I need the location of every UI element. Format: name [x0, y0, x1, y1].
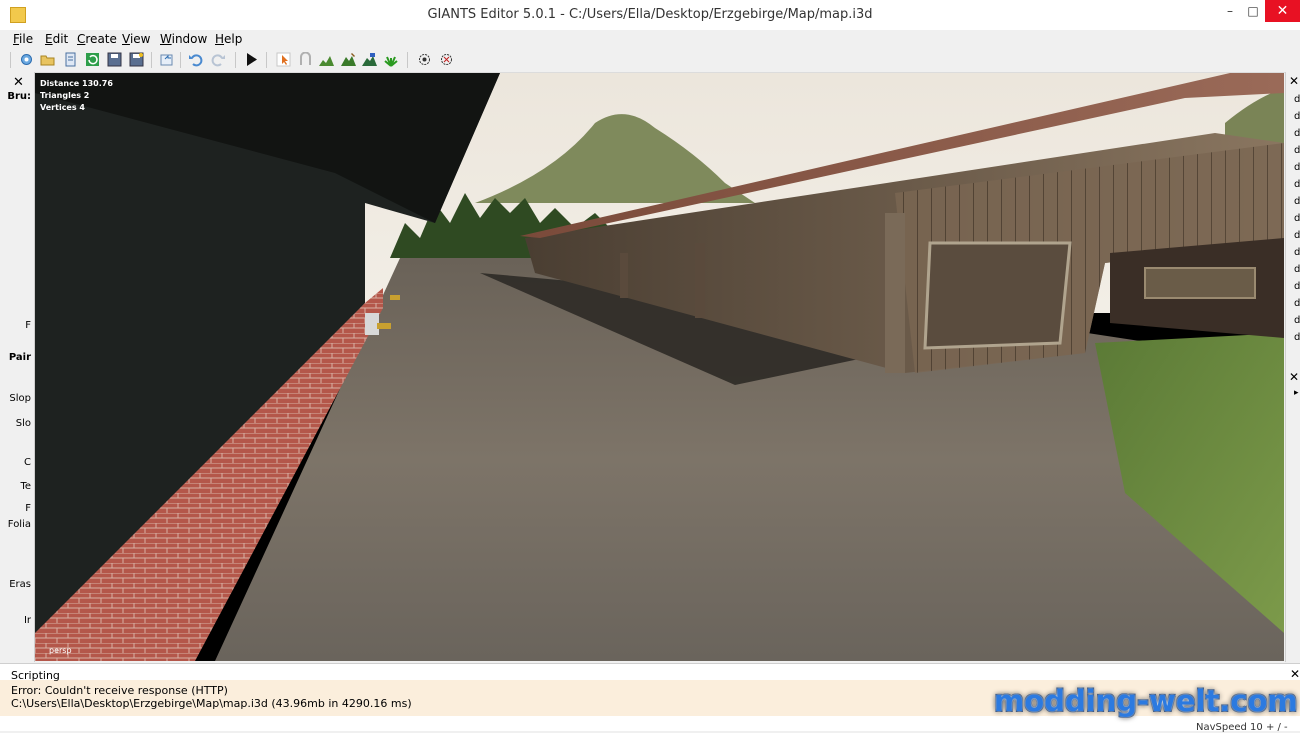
toolbar	[0, 48, 1300, 73]
menu-bar: File Edit Create View Window Help	[0, 30, 1300, 48]
pick-icon[interactable]	[417, 52, 432, 67]
terrain-sculpt-icon[interactable]	[319, 52, 334, 67]
window-title: GIANTS Editor 5.0.1 - C:/Users/Ella/Desk…	[427, 7, 873, 22]
list-item[interactable]: d	[1294, 128, 1300, 139]
terrain-paint-icon[interactable]	[341, 52, 356, 67]
brush-panel: ✕ Bru: F Pair Slop Slo C Te F Folia Eras…	[0, 72, 35, 662]
panel-label: F	[25, 503, 31, 514]
panel-label: F	[25, 320, 31, 331]
watermark-logo: modding-welt.com	[994, 684, 1298, 718]
viewport-scene	[35, 73, 1284, 661]
console-line: C:\Users\Ella\Desktop\Erzgebirge\Map\map…	[11, 697, 412, 710]
scripting-title: Scripting	[11, 669, 60, 682]
menu-create[interactable]: Create	[77, 32, 117, 46]
panel-close-icon[interactable]: ✕	[13, 75, 24, 90]
move-icon[interactable]	[298, 52, 313, 67]
list-item[interactable]: d	[1294, 315, 1300, 326]
toolbar-separator	[151, 52, 152, 68]
maximize-button[interactable]: □	[1238, 0, 1268, 22]
barrier-object	[390, 295, 400, 300]
foliage-paint-icon[interactable]	[384, 52, 399, 67]
panel-label: C	[24, 457, 31, 468]
toolbar-separator	[10, 52, 11, 68]
brush-label: Bru:	[7, 91, 31, 102]
list-item[interactable]: d	[1294, 179, 1300, 190]
expand-arrow-icon[interactable]: ▸	[1294, 388, 1299, 398]
list-item[interactable]: d	[1294, 247, 1300, 258]
right-panel: ✕ d d d d d d d d d d d d d d d ✕ ▸	[1285, 72, 1300, 662]
navspeed-status: NavSpeed 10 + / -	[1196, 722, 1288, 733]
open-icon[interactable]	[40, 52, 55, 67]
toolbar-separator	[180, 52, 181, 68]
distance-readout: Distance 130.76	[40, 79, 113, 88]
triangles-readout: Triangles 2	[40, 91, 90, 100]
list-item[interactable]: d	[1294, 264, 1300, 275]
camera-label: persp	[49, 646, 72, 655]
panel-close-icon[interactable]: ✕	[1289, 74, 1299, 88]
list-item[interactable]: d	[1294, 145, 1300, 156]
console-close-icon[interactable]: ✕	[1290, 667, 1300, 681]
close-button[interactable]: ✕	[1265, 0, 1300, 22]
slope-label: Slop	[9, 393, 31, 404]
side-window	[1144, 267, 1256, 299]
barn-post	[695, 243, 705, 318]
3d-viewport[interactable]: Distance 130.76 Triangles 2 Vertices 4 p…	[35, 73, 1284, 661]
list-item[interactable]: d	[1294, 111, 1300, 122]
new-icon[interactable]	[19, 52, 34, 67]
refresh-icon[interactable]	[85, 52, 100, 67]
texture-label: Te	[20, 481, 31, 492]
menu-edit[interactable]: Edit	[45, 32, 68, 46]
list-item[interactable]: d	[1294, 94, 1300, 105]
list-item[interactable]: d	[1294, 332, 1300, 343]
list-item[interactable]: d	[1294, 196, 1300, 207]
save-as-icon[interactable]	[129, 52, 144, 67]
slope-label-2: Slo	[15, 418, 31, 429]
console-line: Error: Couldn't receive response (HTTP)	[11, 684, 228, 697]
export-icon[interactable]	[159, 52, 174, 67]
barn-post	[885, 213, 905, 373]
title-bar: GIANTS Editor 5.0.1 - C:/Users/Ella/Desk…	[0, 0, 1300, 30]
barn-post	[620, 253, 628, 298]
play-icon[interactable]	[244, 52, 259, 67]
terrain-smooth-icon[interactable]	[362, 52, 377, 67]
erase-label: Eras	[9, 579, 31, 590]
snap-icon[interactable]	[439, 52, 454, 67]
menu-help[interactable]: Help	[215, 32, 242, 46]
barn-door	[923, 241, 1072, 350]
list-item[interactable]: d	[1294, 162, 1300, 173]
panel-close-icon[interactable]: ✕	[1289, 370, 1299, 384]
list-item[interactable]: d	[1294, 298, 1300, 309]
select-icon[interactable]	[276, 52, 291, 67]
viewport-stats: Distance 130.76 Triangles 2 Vertices 4	[40, 78, 113, 114]
toolbar-separator	[235, 52, 236, 68]
redo-icon[interactable]	[211, 52, 226, 67]
save-icon[interactable]	[107, 52, 122, 67]
import-icon[interactable]	[63, 52, 78, 67]
list-item[interactable]: d	[1294, 213, 1300, 224]
undo-icon[interactable]	[188, 52, 203, 67]
menu-file[interactable]: File	[13, 32, 33, 46]
toolbar-separator	[266, 52, 267, 68]
panel-label: Ir	[23, 615, 31, 626]
menu-view[interactable]: View	[122, 32, 150, 46]
vertices-readout: Vertices 4	[40, 103, 85, 112]
barrier-object	[377, 323, 391, 329]
paint-label: Pair	[8, 352, 31, 363]
foliage-label: Folia	[7, 519, 31, 530]
toolbar-separator	[407, 52, 408, 68]
list-item[interactable]: d	[1294, 281, 1300, 292]
menu-window[interactable]: Window	[160, 32, 207, 46]
list-item[interactable]: d	[1294, 230, 1300, 241]
container-object	[365, 313, 379, 335]
